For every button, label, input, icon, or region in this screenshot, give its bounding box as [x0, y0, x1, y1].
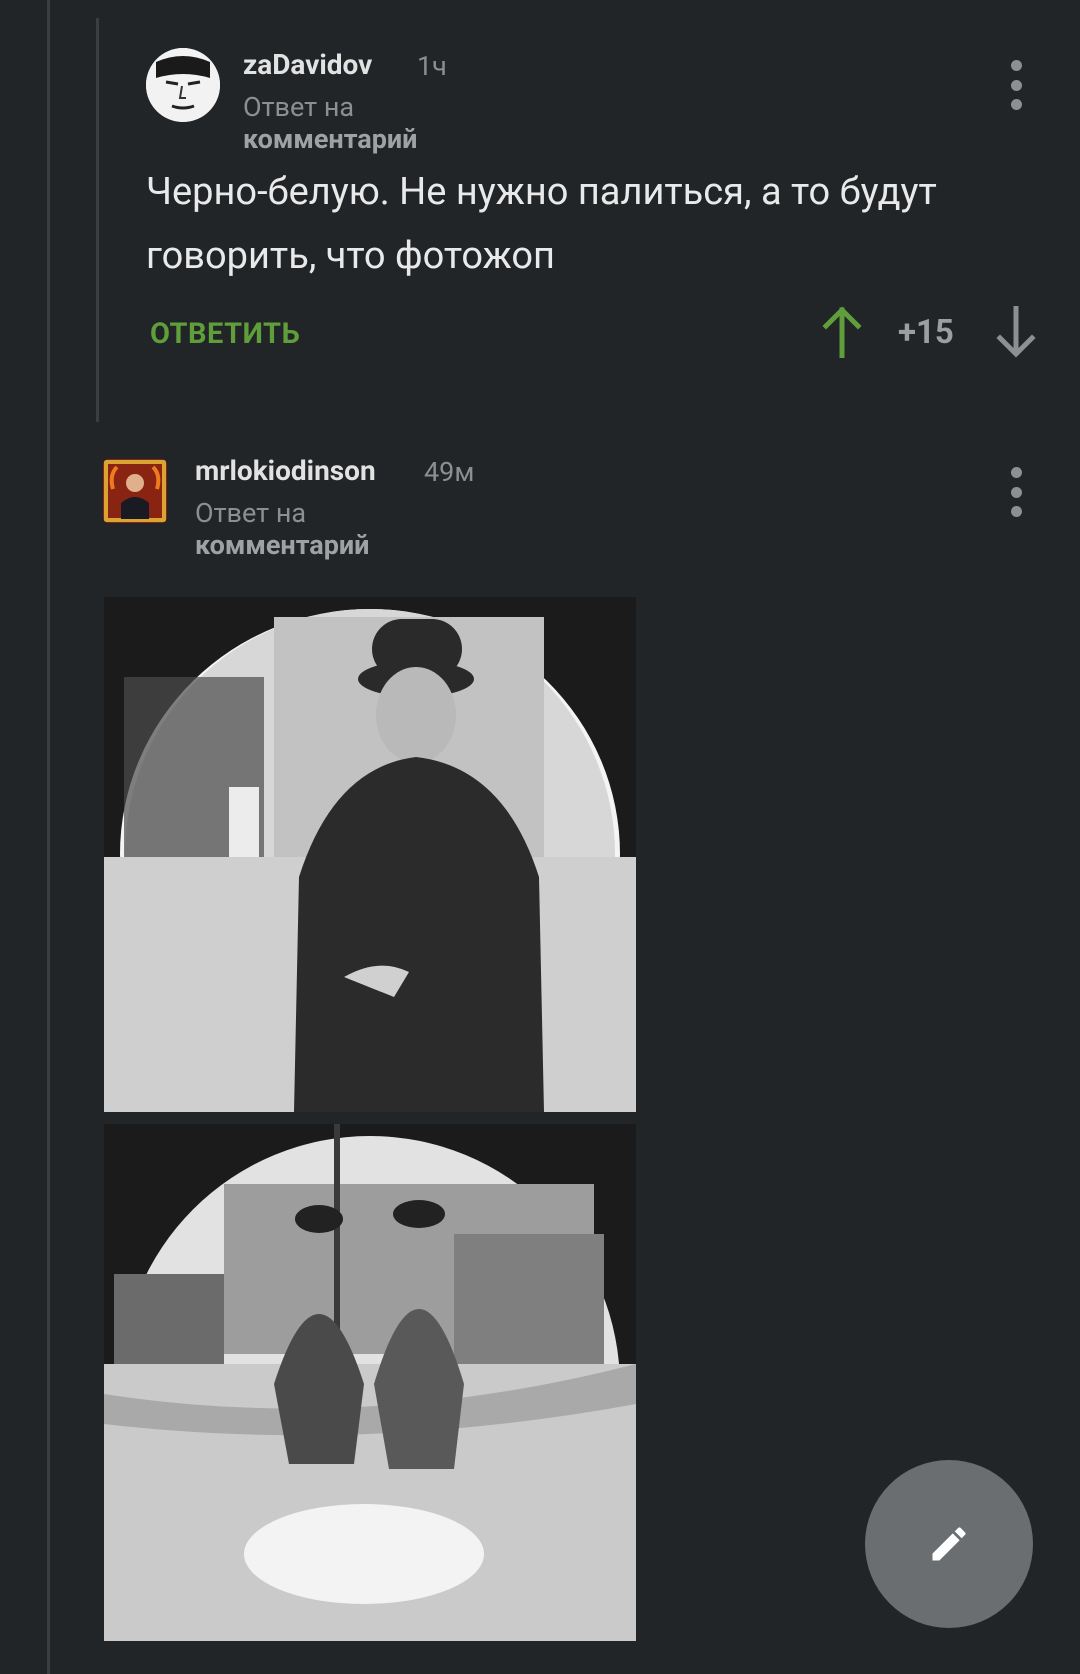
reply-to-link[interactable]: комментарий	[243, 123, 417, 155]
more-vertical-icon	[1010, 467, 1022, 478]
more-options-button[interactable]	[1004, 60, 1028, 110]
reply-to-link[interactable]: комментарий	[195, 529, 369, 561]
nested-thread-line	[96, 18, 99, 422]
face-avatar-icon	[146, 48, 220, 122]
avatar[interactable]	[146, 48, 220, 122]
comment-score: +15	[898, 313, 954, 352]
comment-text: Черно-белую. Не нужно палиться, а то буд…	[146, 170, 937, 278]
reply-to-prefix: Ответ на	[243, 91, 355, 123]
more-vertical-icon	[1010, 60, 1022, 71]
compose-fab-button[interactable]	[865, 1460, 1033, 1628]
thread-line	[47, 0, 50, 1674]
portrait-avatar-icon	[103, 459, 167, 523]
comment-time: 49м	[424, 456, 475, 488]
pencil-icon	[932, 1527, 966, 1561]
comment-image-women[interactable]	[104, 1124, 636, 1641]
arrow-up-icon	[822, 306, 862, 359]
comment-author[interactable]: zaDavidov	[243, 48, 372, 81]
downvote-button[interactable]	[996, 305, 1036, 362]
comment-time: 1ч	[417, 50, 447, 82]
reply-button[interactable]: ОТВЕТИТЬ	[150, 317, 300, 351]
reply-to-line: Ответ на комментарий	[195, 497, 369, 561]
arrow-down-icon	[996, 305, 1036, 358]
more-dot	[1010, 79, 1022, 91]
reply-to-line: Ответ на комментарий	[243, 91, 417, 155]
upvote-button[interactable]	[822, 306, 862, 362]
more-options-button[interactable]	[1004, 467, 1028, 517]
more-dot	[1010, 486, 1022, 498]
reply-to-prefix: Ответ на	[195, 497, 307, 529]
more-dot	[1010, 99, 1022, 110]
vintage-photo-man	[104, 597, 636, 1112]
avatar[interactable]	[103, 459, 167, 523]
comment-image-man[interactable]	[104, 597, 636, 1112]
vintage-photo-women	[104, 1124, 636, 1641]
comment-author[interactable]: mrlokiodinson	[195, 454, 376, 487]
more-dot	[1010, 506, 1022, 517]
